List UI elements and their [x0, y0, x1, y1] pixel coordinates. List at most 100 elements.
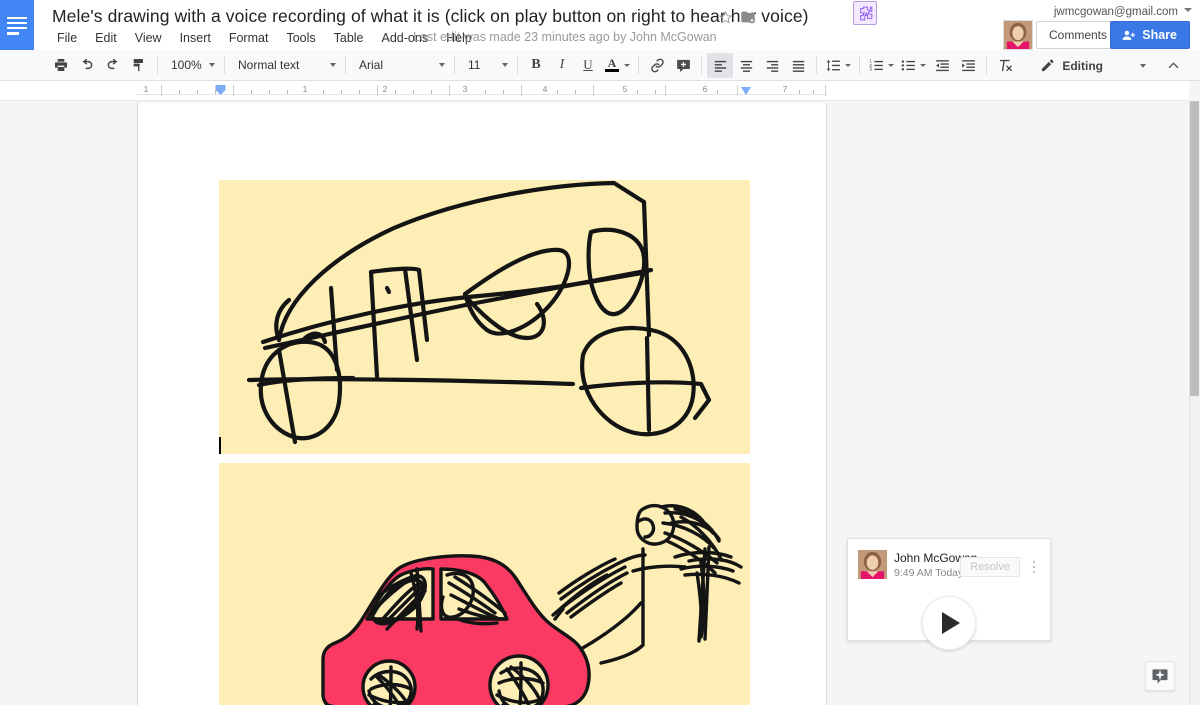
- menu-item-edit[interactable]: Edit: [86, 29, 126, 47]
- clear-formatting-icon[interactable]: [992, 53, 1018, 78]
- collapse-toolbar-button[interactable]: [1160, 53, 1186, 78]
- chevron-down-icon: [888, 63, 894, 67]
- last-edit-status[interactable]: Last edit was made 23 minutes ago by Joh…: [413, 30, 717, 44]
- right-indent-marker[interactable]: [741, 87, 751, 95]
- line-spacing-button[interactable]: [822, 53, 854, 78]
- zoom-value: 100%: [171, 58, 202, 72]
- app-header: Mele's drawing with a voice recording of…: [0, 0, 1200, 50]
- comment-timestamp: 9:49 AM Today: [894, 567, 964, 579]
- svg-text:3: 3: [869, 66, 872, 71]
- paint-format-icon[interactable]: [126, 53, 152, 78]
- indent-increase-icon[interactable]: [955, 53, 981, 78]
- chevron-down-icon: [330, 63, 336, 67]
- explore-icon: [1152, 669, 1168, 684]
- print-icon[interactable]: [48, 53, 74, 78]
- chevron-down-icon: [209, 63, 215, 67]
- drawing-2-svg: [219, 463, 750, 705]
- left-indent-marker-icon: [215, 85, 226, 95]
- text-cursor: [219, 437, 221, 454]
- document-canvas[interactable]: John McGowan 9:49 AM Today Resolve: [0, 101, 1189, 705]
- insert-link-icon[interactable]: [644, 53, 670, 78]
- text-color-letter: A: [607, 56, 617, 70]
- chevron-down-icon: [624, 63, 630, 67]
- left-indent-marker[interactable]: [215, 83, 226, 95]
- play-icon: [942, 612, 960, 634]
- menu-item-view[interactable]: View: [126, 29, 171, 47]
- italic-button[interactable]: I: [549, 53, 575, 78]
- pencil-icon: [1042, 59, 1054, 72]
- font-size-select[interactable]: 11: [460, 53, 512, 78]
- numbered-list-button[interactable]: 1 2 3: [865, 53, 897, 78]
- ruler[interactable]: 1 1 2 3 4 5 6 7: [0, 81, 1189, 101]
- paragraph-style-select[interactable]: Normal text: [230, 53, 340, 78]
- add-comment-icon[interactable]: [670, 53, 696, 78]
- svg-text:rw: rw: [862, 11, 869, 17]
- resolve-button[interactable]: Resolve: [960, 557, 1020, 577]
- ruler-label: 6: [702, 84, 708, 94]
- font-family-value: Arial: [359, 58, 384, 72]
- undo-icon[interactable]: [74, 53, 100, 78]
- ruler-label: 1: [143, 84, 149, 94]
- page-title[interactable]: Mele's drawing with a voice recording of…: [52, 6, 809, 27]
- ruler-label: 5: [622, 84, 628, 94]
- chevron-down-icon: [502, 63, 508, 67]
- paragraph-style-value: Normal text: [238, 58, 300, 72]
- font-family-select[interactable]: Arial: [351, 53, 449, 78]
- menu-item-tools[interactable]: Tools: [277, 29, 324, 47]
- indent-decrease-icon[interactable]: [929, 53, 955, 78]
- drawing-1-svg: [219, 180, 750, 454]
- bold-button[interactable]: B: [523, 53, 549, 78]
- comment-avatar-image: [858, 550, 887, 579]
- menu-item-insert[interactable]: Insert: [171, 29, 220, 47]
- ruler-label: 7: [782, 84, 788, 94]
- google-docs-logo[interactable]: [0, 0, 34, 50]
- docs-logo-icon: [7, 16, 27, 35]
- zoom-select[interactable]: 100%: [163, 53, 219, 78]
- redo-icon[interactable]: [100, 53, 126, 78]
- vertical-scrollbar-thumb[interactable]: [1190, 101, 1199, 396]
- menu-item-format[interactable]: Format: [220, 29, 278, 47]
- child-drawing-pink-car-and-person[interactable]: [219, 463, 750, 705]
- text-color-button[interactable]: A: [601, 53, 633, 78]
- comment-author-avatar: [858, 550, 887, 579]
- menu-item-file[interactable]: File: [48, 29, 86, 47]
- chevron-down-icon: [920, 63, 926, 67]
- person-add-icon: [1122, 30, 1136, 40]
- explore-button[interactable]: [1145, 661, 1175, 691]
- comment-card[interactable]: John McGowan 9:49 AM Today Resolve: [847, 538, 1051, 650]
- bulleted-list-button[interactable]: [897, 53, 929, 78]
- account-email[interactable]: jwmcgowan@gmail.com: [1054, 6, 1178, 18]
- more-options-icon[interactable]: [1027, 558, 1041, 576]
- document-page[interactable]: [137, 103, 827, 705]
- align-justify-icon[interactable]: [785, 53, 811, 78]
- ruler-label: 4: [542, 84, 548, 94]
- avatar-image: [1004, 21, 1032, 49]
- share-button-label: Share: [1142, 28, 1177, 42]
- menu-item-table[interactable]: Table: [325, 29, 373, 47]
- editing-mode-selector[interactable]: Editing: [1032, 53, 1152, 78]
- share-button[interactable]: Share: [1110, 21, 1190, 49]
- bulleted-list-icon: [897, 53, 919, 78]
- vertical-scrollbar[interactable]: [1189, 101, 1200, 705]
- star-icon[interactable]: [718, 10, 733, 29]
- chevron-down-icon: [1140, 63, 1146, 68]
- child-drawing-car-outline[interactable]: [219, 180, 750, 454]
- editing-mode-label: Editing: [1062, 58, 1103, 73]
- avatar[interactable]: [1003, 20, 1033, 50]
- align-right-icon[interactable]: [759, 53, 785, 78]
- drive-folder-icon[interactable]: [740, 9, 756, 30]
- align-center-icon[interactable]: [733, 53, 759, 78]
- align-left-icon[interactable]: [707, 52, 733, 78]
- underline-button[interactable]: U: [575, 53, 601, 78]
- chevron-up-icon: [1168, 62, 1178, 69]
- numbered-list-icon: 1 2 3: [865, 53, 887, 78]
- formatting-toolbar: 100% Normal text Arial 11 B I U A 1 2 3 …: [0, 50, 1200, 81]
- chevron-down-icon[interactable]: [1184, 8, 1192, 12]
- ruler-label: 3: [462, 84, 468, 94]
- readwrite-extension-icon[interactable]: rw: [853, 1, 877, 25]
- ruler-label: 2: [382, 84, 388, 94]
- font-size-value: 11: [468, 58, 481, 72]
- play-button[interactable]: [922, 596, 976, 650]
- ruler-label: 1: [302, 84, 308, 94]
- comments-button[interactable]: Comments: [1035, 21, 1120, 49]
